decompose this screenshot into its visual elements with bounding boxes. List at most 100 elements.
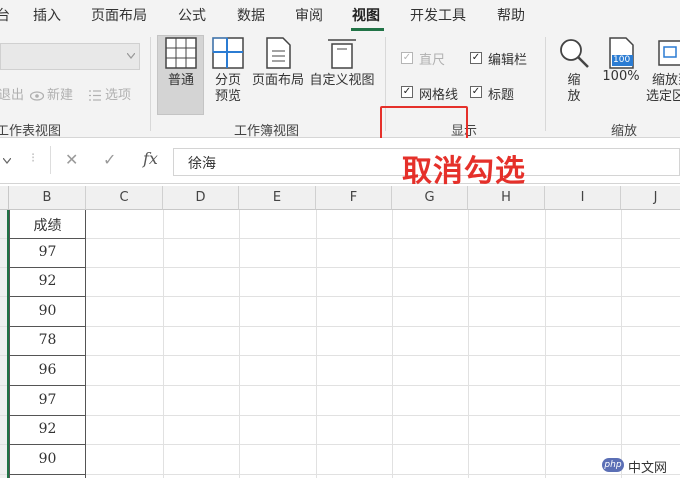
table-border — [9, 326, 86, 327]
cell-b9[interactable]: 90 — [9, 451, 86, 467]
custom-views-button[interactable]: 自定义视图 — [309, 37, 375, 89]
sheet-view-options[interactable]: 选项 — [105, 84, 131, 103]
cell-b1-header[interactable]: 成绩 — [9, 215, 86, 235]
watermark-logo: php — [602, 458, 624, 472]
page-break-label-2: 预览 — [214, 89, 241, 104]
page-layout-view-button[interactable]: 页面布局 — [250, 37, 306, 89]
sheet-view-exit[interactable]: 退出 — [0, 84, 24, 103]
gridline — [545, 210, 546, 478]
gridlines-label: 网格线 — [419, 88, 459, 103]
tab-home-partial[interactable]: 台 — [0, 5, 10, 25]
gridlines-checkbox[interactable]: ✓ — [401, 86, 413, 98]
column-header-e[interactable]: E — [239, 186, 316, 210]
gridline — [0, 385, 680, 386]
cell-b6[interactable]: 96 — [9, 362, 86, 378]
formula-value: 徐海 — [188, 156, 216, 172]
column-header-f[interactable]: F — [316, 186, 392, 210]
gridline — [163, 210, 164, 478]
column-header-i[interactable]: I — [545, 186, 621, 210]
tab-developer[interactable]: 开发工具 — [410, 5, 466, 25]
tab-insert[interactable]: 插入 — [33, 5, 61, 25]
custom-views-label: 自定义视图 — [309, 73, 375, 88]
row-selection-indicator — [7, 210, 9, 478]
cell-b3[interactable]: 92 — [9, 273, 86, 289]
gridline — [0, 474, 680, 475]
tab-view[interactable]: 视图 — [352, 5, 380, 25]
column-header-d[interactable]: D — [163, 186, 239, 210]
zoom-selection-label-1: 缩放到 — [652, 73, 680, 88]
excel-window: 台 插入 页面布局 公式 数据 审阅 视图 开发工具 帮助 退出 新建 选项 工… — [0, 0, 680, 478]
gridline — [0, 296, 680, 297]
zoom-to-selection-button[interactable]: 缩放到 选定区域 — [644, 37, 680, 105]
tab-formulas[interactable]: 公式 — [178, 5, 206, 25]
cancel-icon[interactable]: ✕ — [65, 150, 78, 169]
page-break-preview-button[interactable]: 分页 预览 — [208, 37, 248, 105]
table-border — [9, 474, 86, 475]
sheet-view-new[interactable]: 新建 — [47, 84, 73, 103]
cell-b8[interactable]: 92 — [9, 421, 86, 437]
gridline — [0, 444, 680, 445]
table-border — [9, 238, 86, 239]
ruler-checkbox[interactable]: ✓ — [401, 52, 413, 64]
zoom-100-label: 100% — [602, 69, 640, 84]
formula-bar-divider — [50, 146, 51, 174]
column-header-c[interactable]: C — [86, 186, 163, 210]
table-border — [9, 296, 86, 297]
zoom-100-button[interactable]: 100 100% — [600, 37, 642, 85]
insert-function-icon[interactable]: fx — [143, 149, 158, 168]
page-100-icon-text: 100 — [613, 55, 631, 65]
chevron-down-icon — [127, 53, 135, 59]
normal-view-label: 普通 — [167, 73, 194, 88]
ribbon-tab-bar: 台 插入 页面布局 公式 数据 审阅 视图 开发工具 帮助 — [0, 0, 680, 31]
zoom-label-2: 放 — [567, 89, 581, 104]
list-icon — [89, 86, 101, 101]
group-separator — [150, 37, 151, 131]
column-header-j[interactable]: J — [621, 186, 680, 210]
page-layout-icon — [266, 37, 291, 69]
column-header-b[interactable]: B — [9, 186, 86, 210]
cell-b7[interactable]: 97 — [9, 392, 86, 408]
ribbon-panel: 退出 新建 选项 工作表视图 普通 分页 预览 页面布局 自定义视图 工作簿视图… — [0, 31, 680, 143]
sheet-view-dropdown[interactable] — [0, 43, 140, 70]
gridline — [0, 355, 680, 356]
table-border — [9, 267, 86, 268]
tab-page-layout[interactable]: 页面布局 — [91, 5, 147, 25]
zoom-button[interactable]: 缩 放 — [556, 37, 592, 105]
page-break-label-1: 分页 — [214, 73, 241, 88]
gridline — [392, 210, 393, 478]
headings-checkbox[interactable]: ✓ — [470, 86, 482, 98]
zoom-label-1: 缩 — [567, 73, 581, 88]
cell-b2[interactable]: 97 — [9, 244, 86, 260]
workbook-views-group-label: 工作簿视图 — [234, 124, 300, 139]
gridline — [621, 210, 622, 478]
page-100-icon: 100 — [608, 37, 634, 69]
tab-data[interactable]: 数据 — [237, 5, 265, 25]
gridline — [239, 210, 240, 478]
gridline — [0, 326, 680, 327]
enter-icon[interactable]: ✓ — [103, 150, 116, 169]
name-box-dropdown-icon[interactable] — [3, 158, 11, 164]
normal-view-button[interactable]: 普通 — [158, 37, 204, 89]
column-header-h[interactable]: H — [468, 186, 545, 210]
gridline — [0, 238, 680, 239]
tab-review[interactable]: 审阅 — [295, 5, 323, 25]
tab-help[interactable]: 帮助 — [497, 5, 525, 25]
select-all-corner[interactable] — [0, 186, 9, 210]
column-header-g[interactable]: G — [392, 186, 468, 210]
drag-handle-icon[interactable]: ⁝ — [31, 151, 35, 166]
cell-b5[interactable]: 78 — [9, 332, 86, 348]
cell-b4[interactable]: 90 — [9, 303, 86, 319]
table-border — [9, 415, 86, 416]
page-layout-label: 页面布局 — [251, 73, 304, 88]
formula-bar-checkbox[interactable]: ✓ — [470, 52, 482, 64]
sheet-view-group-label: 工作表视图 — [0, 124, 62, 139]
ruler-label: 直尺 — [419, 53, 446, 68]
gridline — [0, 267, 680, 268]
headings-label: 标题 — [488, 88, 515, 103]
custom-view-icon — [328, 39, 356, 69]
gridline — [468, 210, 469, 478]
page-break-icon — [212, 37, 244, 69]
gridline — [0, 415, 680, 416]
group-separator — [545, 37, 546, 131]
table-border — [9, 444, 86, 445]
